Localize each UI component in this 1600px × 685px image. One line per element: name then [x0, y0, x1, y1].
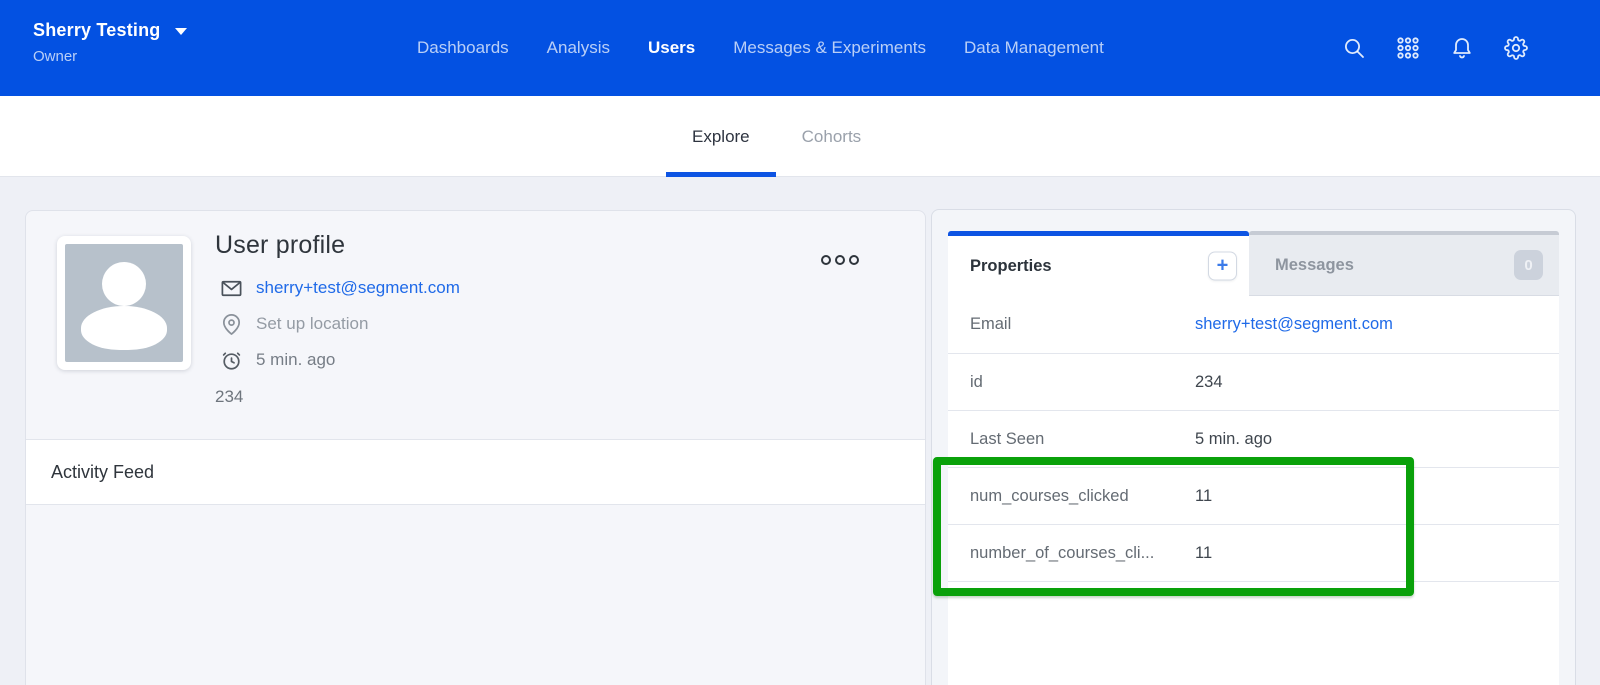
bell-icon[interactable] — [1450, 36, 1474, 60]
page-title: User profile — [215, 231, 460, 260]
alarm-clock-icon — [220, 349, 243, 372]
table-row-number-of-courses-clicked: number_of_courses_cli... 11 — [948, 524, 1559, 581]
tab-properties[interactable]: Properties + — [948, 231, 1249, 296]
gear-icon[interactable] — [1504, 36, 1528, 60]
table-empty-area — [948, 581, 1559, 685]
caret-down-icon — [175, 28, 187, 35]
primary-nav: Dashboards Analysis Users Messages & Exp… — [417, 0, 1104, 96]
profile-location-row: Set up location — [215, 311, 460, 337]
activity-feed-section: Activity Feed — [26, 439, 925, 505]
table-row-num-courses-clicked: num_courses_clicked 11 — [948, 467, 1559, 524]
subnav-tabs: Explore Cohorts — [666, 96, 887, 177]
workspace-switcher[interactable]: Sherry Testing Owner — [33, 20, 187, 65]
properties-table: Email sherry+test@segment.com id 234 Las… — [948, 296, 1559, 685]
add-property-button[interactable]: + — [1208, 252, 1237, 281]
set-up-location-link[interactable]: Set up location — [256, 314, 368, 334]
profile-email-link[interactable]: sherry+test@segment.com — [256, 278, 460, 298]
avatar — [57, 236, 191, 370]
profile-user-id: 234 — [215, 387, 460, 407]
nav-item-users[interactable]: Users — [648, 38, 695, 58]
location-pin-icon — [220, 313, 243, 336]
email-value-link[interactable]: sherry+test@segment.com — [1195, 315, 1393, 334]
user-profile-card: User profile sherry+test@segment.com Set… — [25, 210, 926, 685]
nav-item-data-management[interactable]: Data Management — [964, 38, 1104, 58]
properties-tabs: Properties + Messages 0 — [948, 231, 1559, 296]
envelope-icon — [220, 277, 243, 300]
nav-item-dashboards[interactable]: Dashboards — [417, 38, 509, 58]
workspace-role: Owner — [33, 48, 187, 65]
profile-info: User profile sherry+test@segment.com Set… — [215, 231, 460, 407]
apps-grid-icon[interactable] — [1396, 36, 1420, 60]
kebab-menu-icon[interactable] — [817, 251, 863, 269]
messages-count-badge: 0 — [1514, 250, 1543, 280]
profile-last-seen-row: 5 min. ago — [215, 347, 460, 373]
tab-messages[interactable]: Messages 0 — [1249, 231, 1559, 296]
nav-item-messages-experiments[interactable]: Messages & Experiments — [733, 38, 926, 58]
table-row-email: Email sherry+test@segment.com — [948, 296, 1559, 353]
search-icon[interactable] — [1342, 36, 1366, 60]
profile-email-row: sherry+test@segment.com — [215, 275, 460, 301]
tab-explore[interactable]: Explore — [666, 96, 776, 177]
workspace-name: Sherry Testing — [33, 20, 161, 41]
profile-last-seen: 5 min. ago — [256, 350, 335, 370]
table-row-id: id 234 — [948, 353, 1559, 410]
subnav: Explore Cohorts — [0, 96, 1600, 177]
activity-feed-title: Activity Feed — [51, 462, 154, 483]
avatar-placeholder-image — [65, 244, 183, 362]
nav-item-analysis[interactable]: Analysis — [547, 38, 610, 58]
top-navbar: Sherry Testing Owner Dashboards Analysis… — [0, 0, 1600, 96]
tab-cohorts[interactable]: Cohorts — [776, 96, 888, 177]
main-content: User profile sherry+test@segment.com Set… — [0, 177, 1600, 685]
navbar-icons — [1342, 0, 1528, 96]
properties-panel: Properties + Messages 0 Email sherry+tes… — [931, 209, 1576, 685]
table-row-last-seen: Last Seen 5 min. ago — [948, 410, 1559, 467]
